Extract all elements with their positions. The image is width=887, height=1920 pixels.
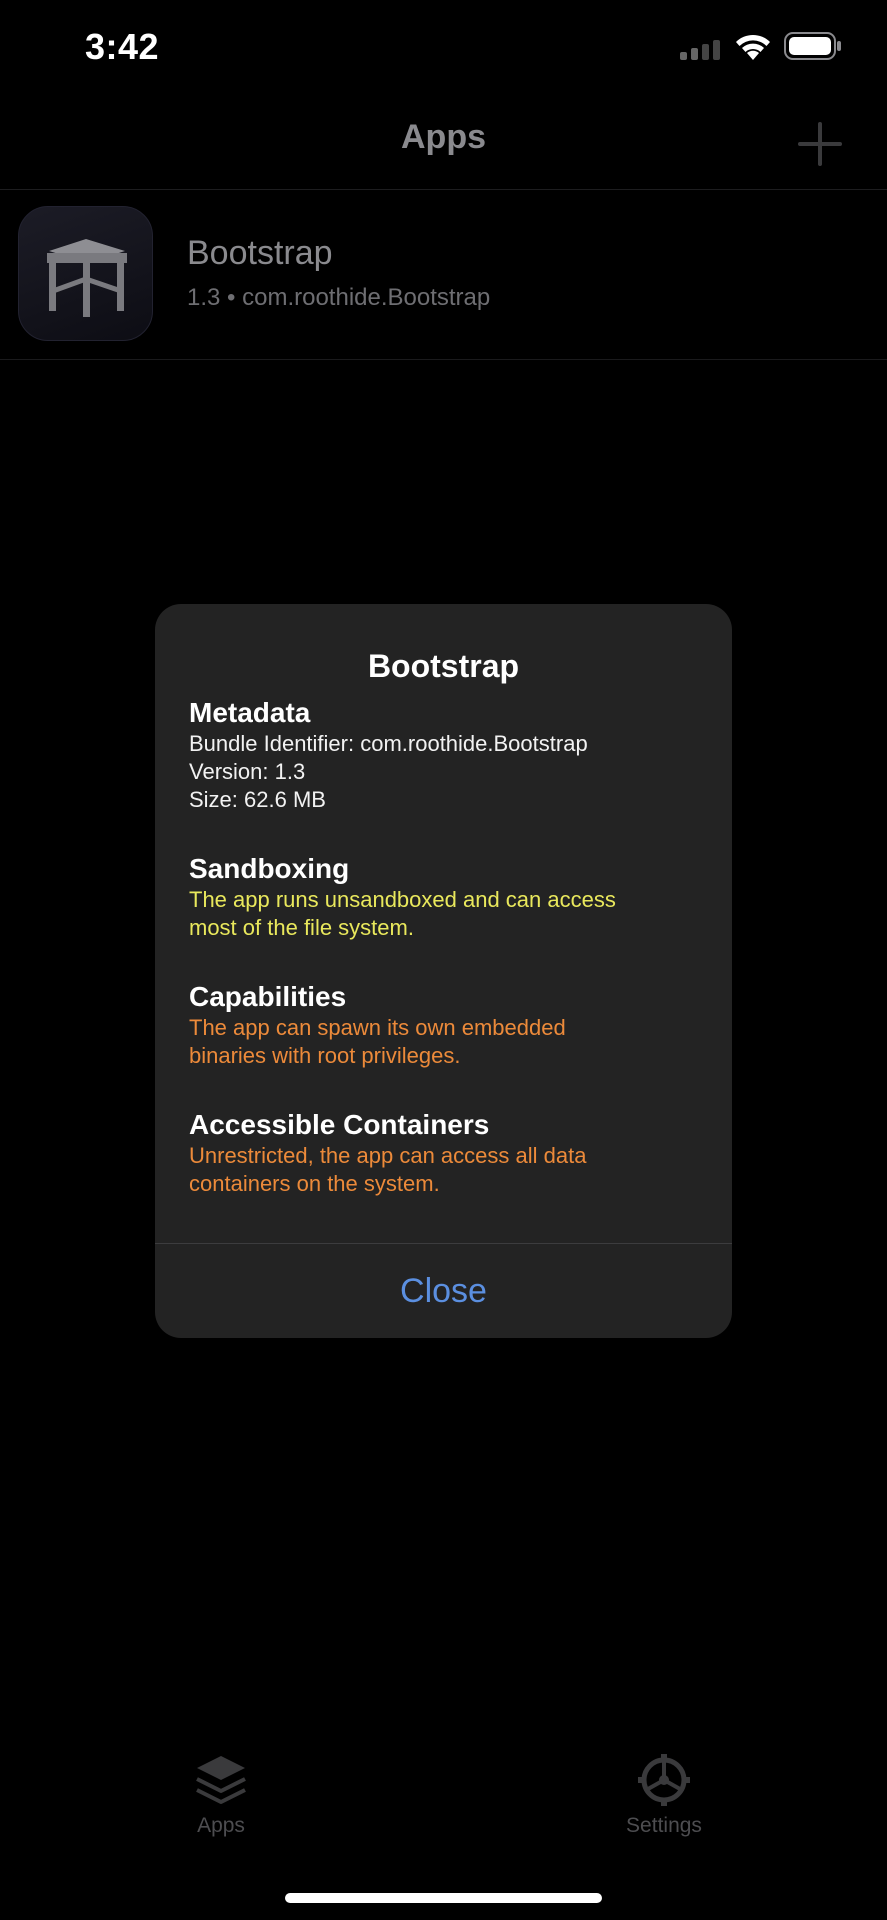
version-text: Version: 1.3 (189, 759, 306, 784)
bundle-identifier: Bundle Identifier: com.roothide.Bootstra… (189, 731, 588, 756)
section-accessible-containers: Accessible Containers Unrestricted, the … (189, 1108, 586, 1198)
close-button[interactable]: Close (155, 1244, 732, 1338)
stack-icon (196, 1756, 246, 1804)
section-metadata: Metadata Bundle Identifier: com.roothide… (189, 696, 588, 814)
page-title: Apps (401, 118, 486, 156)
table-icon (47, 239, 127, 317)
capabilities-text: binaries with root privileges. (189, 1043, 461, 1068)
app-info-alert: Bootstrap Metadata Bundle Identifier: co… (155, 604, 732, 1338)
sandboxing-text: most of the file system. (189, 915, 414, 940)
battery-icon (784, 32, 841, 60)
capabilities-text: The app can spawn its own embedded (189, 1015, 566, 1040)
size-text: Size: 62.6 MB (189, 787, 326, 812)
section-heading: Sandboxing (189, 853, 350, 884)
list-item-app[interactable]: Bootstrap 1.3 • com.roothide.Bootstrap (0, 190, 887, 359)
row-divider (0, 359, 887, 360)
tab-apps[interactable]: Apps (141, 1752, 301, 1838)
section-heading: Accessible Containers (189, 1109, 490, 1140)
section-capabilities: Capabilities The app can spawn its own e… (189, 980, 566, 1070)
plus-icon[interactable] (798, 122, 842, 166)
containers-text: containers on the system. (189, 1171, 440, 1196)
app-icon (18, 206, 153, 341)
containers-text: Unrestricted, the app can access all dat… (189, 1143, 587, 1168)
section-heading: Metadata (189, 697, 311, 728)
section-sandboxing: Sandboxing The app runs unsandboxed and … (189, 852, 616, 942)
status-time: 3:42 (85, 26, 160, 67)
app-name: Bootstrap (187, 234, 333, 272)
tab-settings[interactable]: Settings (584, 1752, 744, 1838)
signal-icon (680, 40, 720, 60)
home-indicator[interactable] (285, 1893, 602, 1903)
wifi-icon (736, 34, 770, 60)
status-bar: 3:42 (0, 0, 887, 96)
gear-icon (638, 1754, 690, 1806)
tab-label: Settings (626, 1814, 702, 1837)
app-meta: 1.3 • com.roothide.Bootstrap (187, 284, 491, 311)
sandboxing-text: The app runs unsandboxed and can access (189, 887, 616, 912)
section-heading: Capabilities (189, 981, 347, 1012)
tab-label: Apps (197, 1814, 245, 1837)
alert-title: Bootstrap (367, 648, 520, 684)
